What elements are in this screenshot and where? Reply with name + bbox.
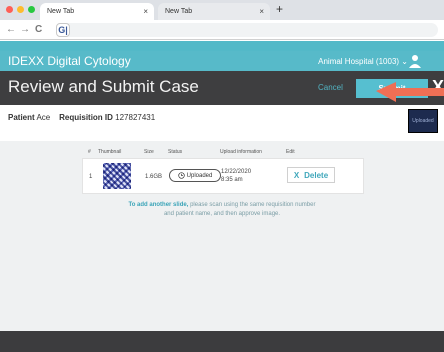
upload-info: 12/22/2020 8:35 am: [221, 168, 251, 184]
slides-table: # Thumbnail Size Status Upload informati…: [82, 146, 364, 194]
minimize-window-button[interactable]: [17, 6, 24, 13]
brand-logo[interactable]: IDEXX Digital Cytology: [8, 54, 131, 68]
status-text: Uploaded: [186, 172, 213, 179]
window-controls: [6, 6, 35, 13]
browser-toolbar: ← → C G|: [0, 20, 444, 40]
delete-label: Delete: [304, 170, 329, 180]
maximize-window-button[interactable]: [28, 6, 35, 13]
uploaded-slide-thumbnail[interactable]: Uploaded: [408, 109, 438, 133]
cancel-button[interactable]: Cancel: [318, 83, 343, 92]
hint-text-2: and patient name, and then approve image…: [163, 211, 281, 217]
browser-tab-2[interactable]: New Tab ×: [158, 3, 270, 20]
hint-text-1: please scan using the same requisition n…: [188, 202, 316, 208]
patient-summary: Patient Ace Requisition ID 127827431: [8, 113, 155, 122]
address-input[interactable]: G|: [56, 23, 70, 37]
page-title: Review and Submit Case: [8, 77, 199, 96]
column-header-status: Status: [168, 149, 183, 155]
column-header-edit: Edit: [286, 149, 295, 155]
header-strip: [0, 41, 444, 51]
status-badge: Uploaded: [169, 169, 221, 182]
row-number: 1: [89, 174, 93, 180]
app-header: IDEXX Digital Cytology Animal Hospital (…: [0, 51, 444, 71]
upload-time: 8:35 am: [221, 177, 243, 183]
column-header-upload: Upload information: [220, 149, 262, 155]
delete-icon: X: [293, 170, 300, 180]
browser-tab-bar: New Tab × New Tab × +: [0, 0, 444, 20]
add-slide-hint: To add another slide, please scan using …: [0, 201, 444, 219]
slide-thumbnail[interactable]: [103, 163, 131, 189]
chevron-down-icon: ⌄: [401, 57, 408, 66]
requisition-id: 127827431: [115, 113, 156, 122]
patient-info: Patient Ace Requisition ID 127827431 Upl…: [0, 105, 444, 141]
address-bar[interactable]: G|: [56, 23, 438, 37]
main-content: # Thumbnail Size Status Upload informati…: [0, 141, 444, 331]
patient-label: Patient: [8, 113, 35, 122]
tab-title: New Tab: [47, 8, 75, 15]
column-header-number: #: [88, 149, 91, 155]
table-header: # Thumbnail Size Status Upload informati…: [82, 146, 364, 158]
delete-button[interactable]: X Delete: [287, 167, 335, 183]
patient-name: Ace: [36, 113, 51, 122]
table-row: 1 1.6GB Uploaded 12/22/2020 8:35 am X De: [82, 158, 364, 194]
column-header-size: Size: [144, 149, 154, 155]
browser-tab-1[interactable]: New Tab ×: [40, 3, 154, 20]
close-tab-icon[interactable]: ×: [259, 7, 264, 16]
close-tab-icon[interactable]: ×: [143, 7, 148, 16]
file-size: 1.6GB: [145, 174, 163, 180]
forward-icon[interactable]: →: [20, 24, 30, 35]
hospital-selector[interactable]: Animal Hospital (1003) ⌄: [318, 57, 408, 66]
requisition-label: Requisition ID: [59, 113, 113, 122]
back-icon[interactable]: ←: [6, 24, 16, 35]
clock-icon: [178, 172, 185, 179]
upload-date: 12/22/2020: [221, 169, 252, 175]
tab-title: New Tab: [165, 8, 193, 15]
new-tab-button[interactable]: +: [276, 2, 283, 16]
hint-bold: To add another slide,: [128, 202, 189, 208]
browser-window: New Tab × New Tab × + ← → C G| IDEXX Dig…: [0, 0, 444, 352]
user-icon[interactable]: [408, 54, 422, 68]
footer-bar: [0, 331, 444, 352]
reload-icon[interactable]: C: [35, 24, 42, 35]
close-window-button[interactable]: [6, 6, 13, 13]
column-header-thumbnail: Thumbnail: [98, 149, 122, 155]
hospital-name: Animal Hospital (1003): [318, 57, 400, 66]
